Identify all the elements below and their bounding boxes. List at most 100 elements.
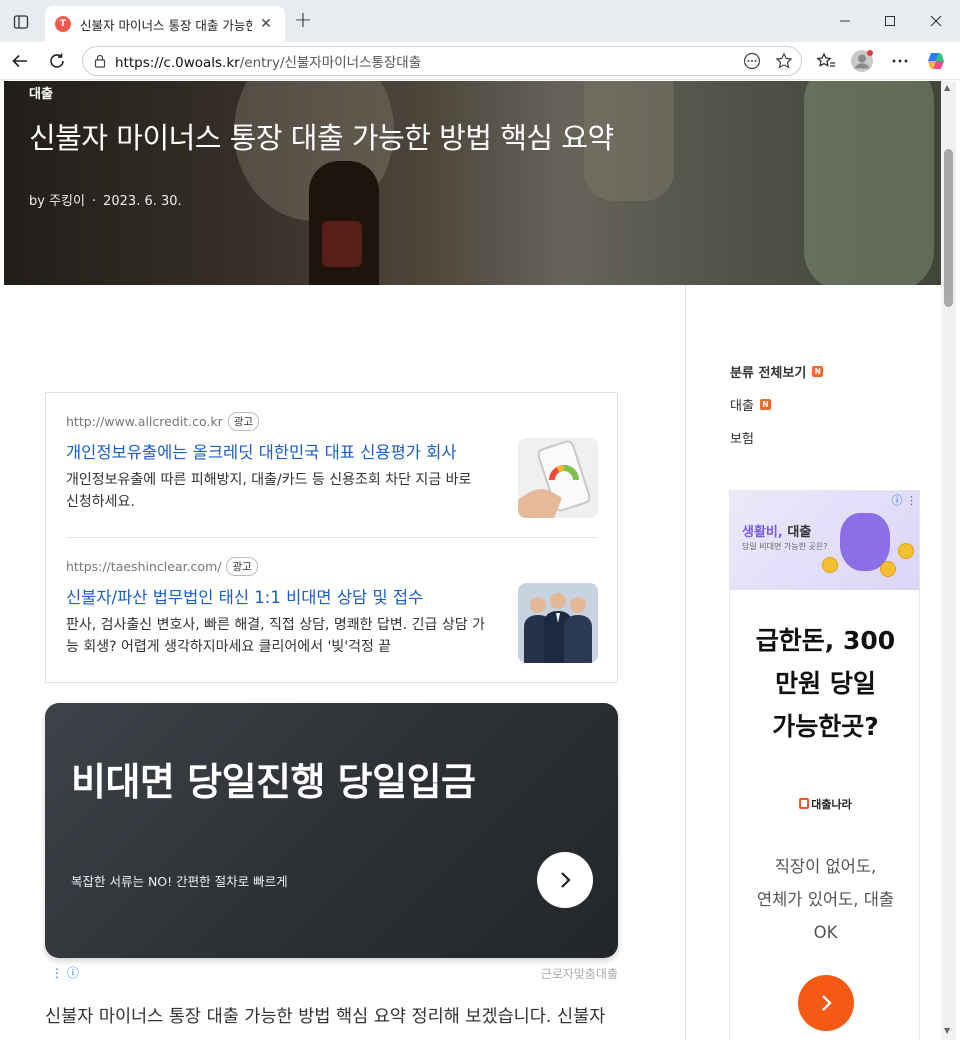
ad-badge: 광고 <box>227 412 260 431</box>
side-ad-logo: 대출나라 <box>730 796 919 812</box>
ad-choices-icon[interactable]: ⋮ ⓘ <box>51 964 79 981</box>
close-window-button[interactable] <box>921 8 951 34</box>
meta-separator: · <box>91 194 97 209</box>
side-ad-headline-line: 가능한곳? <box>772 712 879 741</box>
text-ad-box: http://www.allcredit.co.kr 광고 개인정보유출에는 올크… <box>45 392 618 683</box>
ad-separator <box>66 537 598 538</box>
minimize-button[interactable] <box>830 8 860 34</box>
maximize-button[interactable] <box>875 8 905 34</box>
ad-badge: 광고 <box>226 557 258 576</box>
new-badge: N <box>812 365 824 377</box>
new-badge: N <box>759 398 771 410</box>
ad-url[interactable]: http://www.allcredit.co.kr <box>66 414 223 429</box>
ad-description: 판사, 검사출신 변호사, 빠른 해결, 직접 상담, 명쾌한 답변. 긴급 상… <box>66 617 485 655</box>
coin-icon <box>822 557 838 573</box>
lock-icon[interactable] <box>93 54 107 68</box>
display-ad-banner[interactable]: 비대면 당일진행 당일입금 복잡한 서류는 NO! 간편한 절차로 빠르게 <box>45 703 618 958</box>
side-ad-desc-line: 직장이 없어도, <box>774 857 877 876</box>
url-path: /entry/신불자마이너스통장대출 <box>239 55 422 71</box>
post-date: 2023. 6. 30. <box>103 194 182 209</box>
scroll-up-icon[interactable]: ▲ <box>944 83 950 92</box>
coin-icon <box>898 543 914 559</box>
menu-dots-icon <box>892 59 908 63</box>
ad-headline[interactable]: 개인정보유출에는 올크레딧 대한민국 대표 신용평가 회사 <box>66 439 486 463</box>
chevron-right-icon <box>561 872 571 888</box>
side-ad-logo-text: 대출나라 <box>811 798 852 811</box>
sidebar-item-all[interactable]: 분류 전체보기 N <box>730 361 930 381</box>
tab-actions-icon <box>13 15 29 29</box>
coin-icon <box>880 561 896 577</box>
hero-shade <box>4 81 941 285</box>
sidebar-display-ad[interactable]: 생활비, 대출 당일 비대면 가능한 곳은? ⓘ ⋮ 급한돈, 300 만원 당… <box>729 490 920 1040</box>
favorites-icon <box>816 52 835 67</box>
chevron-right-icon <box>822 995 832 1011</box>
post-author: by 주킹이 <box>29 194 85 209</box>
url-host: https://c.0woals.kr <box>115 55 240 71</box>
profile-button[interactable] <box>848 47 876 75</box>
banner-title: 비대면 당일진행 당일입금 <box>71 760 476 804</box>
favorites-button[interactable] <box>812 47 840 75</box>
ad-choices-icon[interactable]: ⓘ ⋮ <box>892 492 918 508</box>
content-sidebar-divider <box>685 285 686 1040</box>
minimize-icon <box>840 20 850 22</box>
site-favicon-icon: T <box>55 16 71 32</box>
profile-icon <box>851 50 873 72</box>
banner-source[interactable]: 근로자맞춤대출 <box>541 965 618 982</box>
ad-item[interactable]: http://www.allcredit.co.kr 광고 개인정보유출에는 올크… <box>66 412 598 518</box>
sidebar-item-loan[interactable]: 대출 N <box>730 394 930 414</box>
url-text[interactable]: https://c.0woals.kr/entry/신불자마이너스통장대출 <box>115 51 421 71</box>
scroll-thumb[interactable] <box>944 149 953 307</box>
side-ad-top-image[interactable]: 생활비, 대출 당일 비대면 가능한 곳은? ⓘ ⋮ <box>730 491 919 590</box>
tab-bar: T 신불자 마이너스 통장 대출 가능한 방법 핵심 요약 ✕ + <box>0 0 960 42</box>
side-ad-cta-button[interactable] <box>798 975 854 1031</box>
post-title: 신불자 마이너스 통장 대출 가능한 방법 핵심 요약 <box>29 121 614 155</box>
scroll-down-icon[interactable]: ▼ <box>944 1026 950 1035</box>
maximize-icon <box>885 16 895 26</box>
side-ad-desc-line: 연체가 있어도, 대출 <box>756 890 895 909</box>
side-ad-description: 직장이 없어도, 연체가 있어도, 대출 OK <box>730 850 919 949</box>
reload-icon <box>50 53 64 68</box>
copilot-icon <box>928 53 944 69</box>
banner-subtitle: 복잡한 서류는 NO! 간편한 절차로 빠르게 <box>71 874 288 889</box>
ad-url-row: http://www.allcredit.co.kr 광고 <box>66 412 598 431</box>
sidebar-item-label: 보험 <box>730 431 754 447</box>
ad-url-row: https://taeshinclear.com/광고 <box>66 557 598 576</box>
reload-button[interactable] <box>43 47 71 75</box>
logo-mark-icon <box>799 798 810 809</box>
tab-actions-button[interactable] <box>8 9 34 35</box>
side-ad-headline-line: 급한돈, 300 <box>755 626 896 655</box>
side-ad-top-title-highlight: 생활비, <box>742 525 783 540</box>
ad-url[interactable]: https://taeshinclear.com/ <box>66 559 221 574</box>
active-tab[interactable]: T 신불자 마이너스 통장 대출 가능한 방법 핵심 요약 ✕ <box>45 6 285 42</box>
star-icon[interactable] <box>775 52 793 70</box>
page-viewport: 대출 신불자 마이너스 통장 대출 가능한 방법 핵심 요약 by 주킹이 · 20… <box>4 81 941 1040</box>
post-category[interactable]: 대출 <box>29 83 53 102</box>
post-meta: by 주킹이 · 2023. 6. 30. <box>29 190 182 209</box>
sidebar-item-label: 대출 <box>730 398 754 414</box>
sidebar-item-insurance[interactable]: 보험 <box>730 427 930 447</box>
back-arrow-icon <box>12 54 27 68</box>
hero-header: 대출 신불자 마이너스 통장 대출 가능한 방법 핵심 요약 by 주킹이 · 20… <box>4 81 941 285</box>
banner-cta-button[interactable] <box>537 852 593 908</box>
tab-close-button[interactable]: ✕ <box>257 16 275 32</box>
side-ad-headline-line: 만원 당일 <box>775 669 876 698</box>
more-dots-icon[interactable] <box>743 52 761 70</box>
side-ad-top-title-rest: 대출 <box>782 525 812 540</box>
page-scrollbar[interactable]: ▲ ▼ <box>941 81 956 1040</box>
address-bar[interactable]: https://c.0woals.kr/entry/신불자마이너스통장대출 <box>82 46 802 76</box>
browser-toolbar: https://c.0woals.kr/entry/신불자마이너스통장대출 <box>0 42 960 80</box>
settings-menu-button[interactable] <box>886 47 914 75</box>
article-intro: 신불자 마이너스 통장 대출 가능한 방법 핵심 요약 정리해 보겠습니다. 신… <box>45 1007 606 1027</box>
side-ad-headline: 급한돈, 300 만원 당일 가능한곳? <box>730 619 919 748</box>
ad-thumbnail-phone[interactable] <box>518 438 598 518</box>
ad-item[interactable]: https://taeshinclear.com/광고 신불자/파산 법무법인 … <box>66 557 598 663</box>
new-tab-button[interactable]: + <box>291 10 315 34</box>
back-button[interactable] <box>6 47 34 75</box>
ad-headline[interactable]: 신불자/파산 법무법인 태신 1:1 비대면 상담 및 접수 <box>66 584 486 608</box>
ad-thumbnail-lawyers[interactable] <box>518 583 598 663</box>
copilot-button[interactable] <box>922 47 950 75</box>
sidebar-item-label: 분류 전체보기 <box>730 365 807 381</box>
side-ad-desc-line: OK <box>813 923 838 942</box>
side-ad-top-title: 생활비, 대출 <box>742 521 811 540</box>
banner-footer: ⋮ ⓘ 근로자맞춤대출 <box>45 964 618 982</box>
